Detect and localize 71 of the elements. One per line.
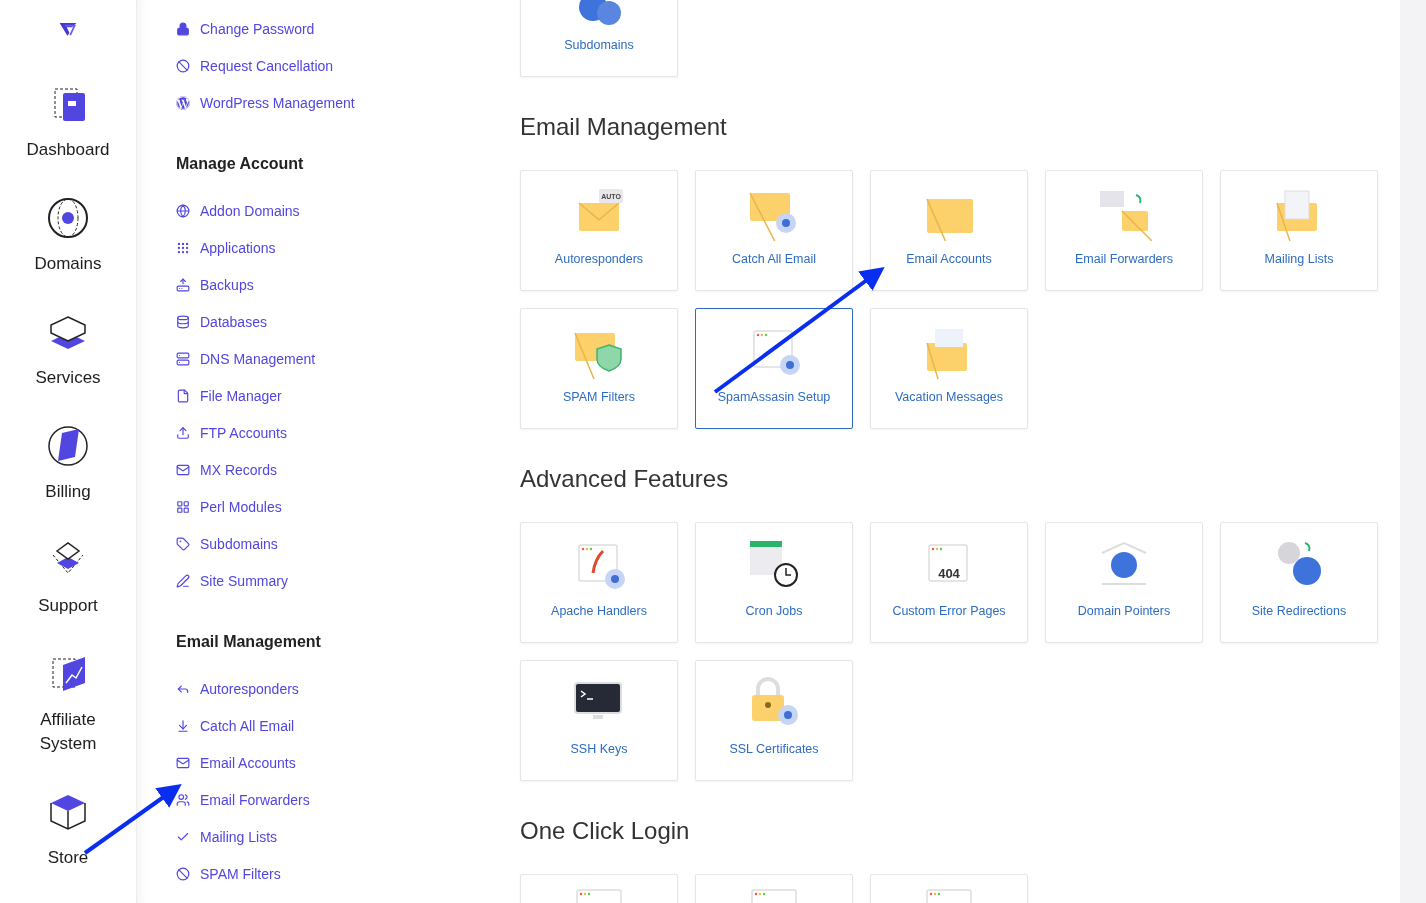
users-icon	[176, 792, 190, 807]
menu-link[interactable]: Catch All Email	[176, 707, 495, 744]
menu-link[interactable]: FTP Accounts	[176, 414, 495, 451]
feature-card[interactable]: SSL Certificates	[695, 660, 853, 781]
section-heading: Email Management	[520, 112, 728, 142]
menu-link[interactable]: Site Summary	[176, 562, 495, 599]
menu-link[interactable]: DNS Management	[176, 340, 495, 377]
feature-card[interactable]: Subdomains	[520, 0, 678, 77]
error-code-text: 404	[938, 566, 960, 581]
ban-icon	[176, 866, 190, 881]
pen-icon	[176, 573, 190, 588]
menu-link[interactable]: File Manager	[176, 377, 495, 414]
rail-nav-item[interactable]: Dashboard	[13, 81, 123, 162]
feature-card[interactable]: Catch All Email	[695, 170, 853, 291]
menu-heading: Email Management	[176, 632, 322, 652]
rail-nav-item[interactable]: Domains	[13, 195, 123, 276]
window-icon	[576, 889, 622, 903]
menu-link[interactable]: SPAM Filters	[176, 855, 495, 892]
envelope-icon	[176, 462, 190, 477]
menu-link[interactable]: Email Accounts	[176, 744, 495, 781]
feature-card[interactable]: Email Accounts	[870, 170, 1028, 291]
feature-card[interactable]: SPAM Filters	[520, 308, 678, 429]
tag-icon	[176, 536, 190, 551]
feature-card[interactable]: SpamAssasin Setup	[695, 308, 853, 429]
feature-card[interactable]: Email Forwarders	[1045, 170, 1203, 291]
feature-card[interactable]: Apache Handlers	[520, 522, 678, 643]
lock-icon	[176, 21, 190, 36]
file-icon	[176, 388, 190, 403]
download-icon	[176, 718, 190, 733]
rail-nav-item[interactable]: Store	[13, 789, 123, 870]
menu-link[interactable]: MX Records	[176, 451, 495, 488]
ban-icon	[176, 58, 190, 73]
window-icon	[926, 889, 972, 903]
menu-link[interactable]: Applications	[176, 229, 495, 266]
feature-card[interactable]: Vacation Messages	[870, 308, 1028, 429]
billing-icon	[45, 423, 91, 469]
upload-icon	[176, 425, 190, 440]
menu-link[interactable]: Backups	[176, 266, 495, 303]
globe-icon	[45, 195, 91, 241]
menu-heading: Manage Account	[176, 154, 305, 174]
menu-link[interactable]: Mailing Lists	[176, 818, 495, 855]
feature-card[interactable]: Site Redirections	[1220, 522, 1378, 643]
menu-link[interactable]: Databases	[176, 303, 495, 340]
menu-link[interactable]: WordPress Management	[176, 84, 495, 121]
grid-icon	[176, 499, 190, 514]
window-icon	[751, 889, 797, 903]
server-icon	[176, 351, 190, 366]
menu-link[interactable]: Addon Domains	[176, 192, 495, 229]
menu-link[interactable]: Perl Modules	[176, 488, 495, 525]
section-heading: One Click Login	[520, 816, 691, 846]
rail-nav-item[interactable]: Support	[13, 537, 123, 618]
rail-nav-item[interactable]: Billing	[13, 423, 123, 504]
feature-card[interactable]: 404 Custom Error Pages	[870, 522, 1028, 643]
w-logo-icon	[176, 95, 190, 110]
menu-link[interactable]: Autoresponders	[176, 670, 495, 707]
rail-nav-item[interactable]: Affiliate System	[13, 651, 123, 756]
feature-card[interactable]: SSH Keys	[520, 660, 678, 781]
feature-card[interactable]: Cron Jobs	[695, 522, 853, 643]
menu-link[interactable]: Request Cancellation	[176, 47, 495, 84]
rail-nav-item[interactable]: Services	[13, 309, 123, 390]
envelope-icon	[176, 755, 190, 770]
menu-link[interactable]: Subdomains	[176, 525, 495, 562]
feature-card[interactable]: Domain Pointers	[1045, 522, 1203, 643]
feature-card[interactable]: Mailing Lists	[1220, 170, 1378, 291]
database-icon	[176, 314, 190, 329]
upload-icon	[176, 277, 190, 292]
dots-grid-icon	[176, 240, 190, 255]
menu-link[interactable]: Change Password	[176, 10, 495, 47]
menu-link[interactable]: Email Forwarders	[176, 781, 495, 818]
section-heading: Advanced Features	[520, 464, 730, 494]
globe-icon	[176, 203, 190, 218]
